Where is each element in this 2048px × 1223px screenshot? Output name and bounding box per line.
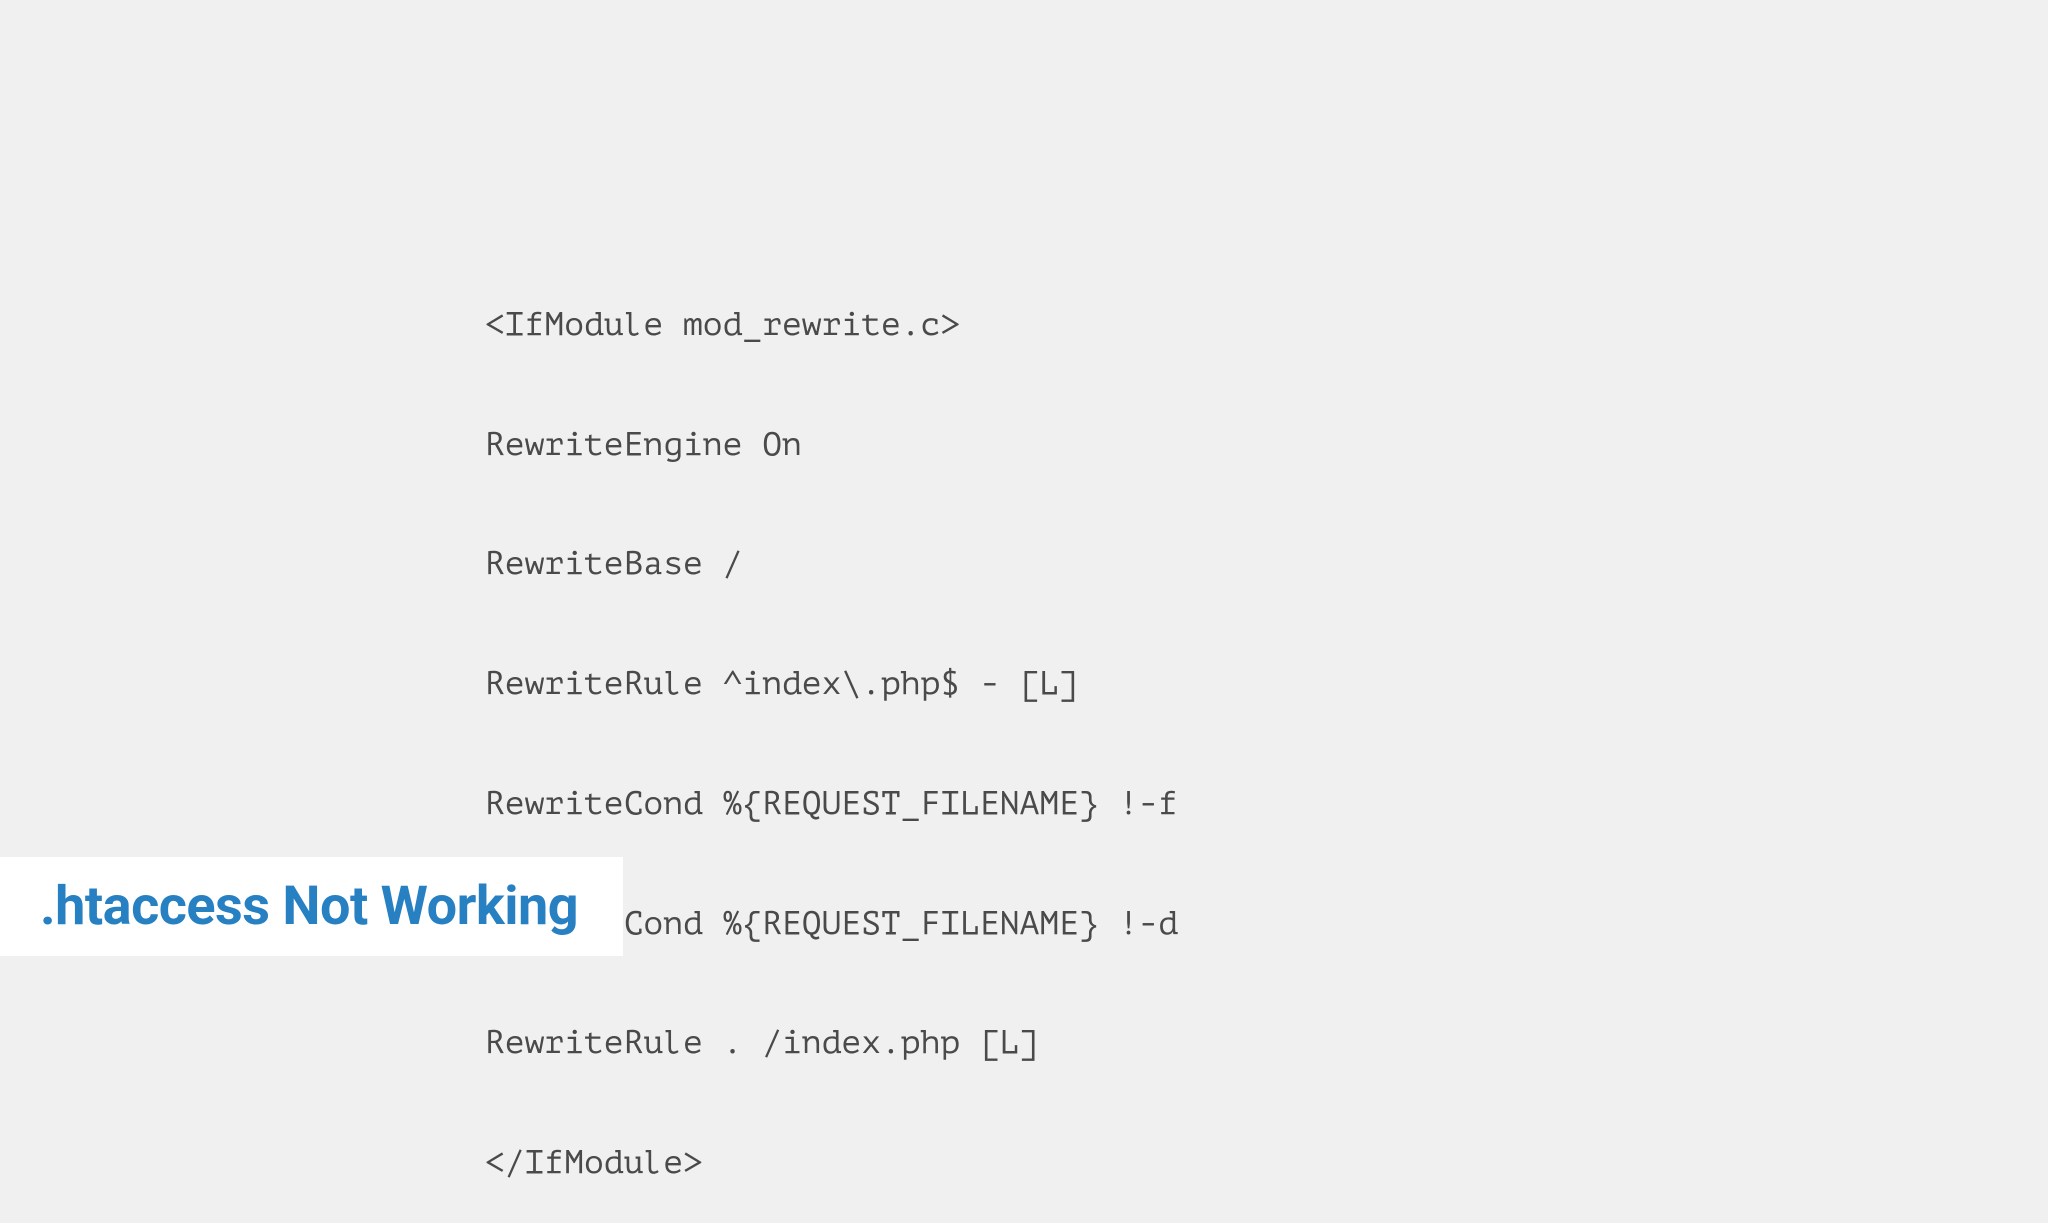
code-line: RewriteCond %{REQUEST_FILENAME} !-f [485, 784, 1178, 824]
page-title: .htaccess Not Working [40, 875, 578, 938]
title-container: .htaccess Not Working [0, 857, 623, 956]
code-line: RewriteRule . /index.php [L] [485, 1023, 1178, 1063]
code-line: <IfModule mod_rewrite.c> [485, 305, 1178, 345]
code-line: RewriteEngine On [485, 425, 1178, 465]
code-line: </IfModule> [485, 1143, 1178, 1183]
code-line: RewriteBase / [485, 544, 1178, 584]
code-line: RewriteRule ^index\.php$ - [L] [485, 664, 1178, 704]
code-snippet: <IfModule mod_rewrite.c> RewriteEngine O… [485, 225, 1178, 1223]
